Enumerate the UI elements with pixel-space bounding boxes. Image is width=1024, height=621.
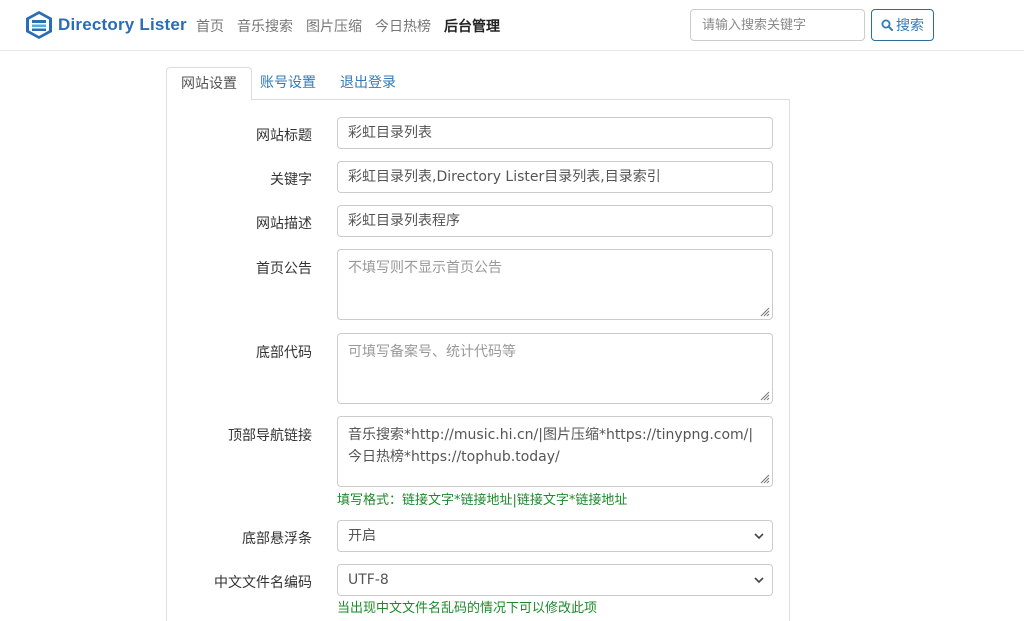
announcement-placeholder: 不填写则不显示首页公告 <box>348 260 502 276</box>
encoding-help: 当出现中文文件名乱码的情况下可以修改此项 <box>337 601 598 616</box>
keywords-label: 关键字 <box>270 172 312 188</box>
search-button-label: 搜索 <box>896 18 924 34</box>
footer-code-label: 底部代码 <box>256 345 312 361</box>
nav-home[interactable]: 首页 <box>196 16 224 36</box>
nav-music-search[interactable]: 音乐搜索 <box>237 16 293 36</box>
brand-name: Directory Lister <box>58 15 187 34</box>
footer-bar-select[interactable]: 开启 <box>337 520 773 552</box>
resize-handle-icon[interactable] <box>759 473 770 484</box>
encoding-label: 中文文件名编码 <box>214 575 312 591</box>
nav-hot-today[interactable]: 今日热榜 <box>375 16 431 36</box>
top-nav-textarea[interactable]: 音乐搜索*http://music.hi.cn/|图片压缩*https://ti… <box>337 416 773 487</box>
top-nav-help: 填写格式：链接文字*链接地址|链接文字*链接地址 <box>337 493 628 508</box>
footer-code-placeholder: 可填写备案号、统计代码等 <box>348 344 516 360</box>
settings-tabs: 网站设置 账号设置 退出登录 <box>166 67 790 101</box>
encoding-select[interactable]: UTF-8 <box>337 564 773 596</box>
tab-account-settings[interactable]: 账号设置 <box>246 67 330 100</box>
top-nav-label: 顶部导航链接 <box>228 428 312 444</box>
search-input[interactable] <box>690 9 865 41</box>
site-title-input[interactable]: 彩虹目录列表 <box>337 117 773 149</box>
site-title-label: 网站标题 <box>256 128 312 144</box>
tab-site-settings[interactable]: 网站设置 <box>166 67 252 101</box>
resize-handle-icon[interactable] <box>759 306 770 317</box>
brand-logo[interactable]: Directory Lister <box>24 10 187 40</box>
search-button[interactable]: 搜索 <box>871 9 934 41</box>
nav-image-compress[interactable]: 图片压缩 <box>306 16 362 36</box>
main-nav: 首页 音乐搜索 图片压缩 今日热榜 后台管理 <box>196 0 513 51</box>
footer-code-textarea[interactable]: 可填写备案号、统计代码等 <box>337 333 773 404</box>
logo-icon <box>26 11 52 39</box>
footer-bar-value: 开启 <box>348 528 376 544</box>
resize-handle-icon[interactable] <box>759 390 770 401</box>
announcement-textarea[interactable]: 不填写则不显示首页公告 <box>337 249 773 320</box>
encoding-value: UTF-8 <box>348 572 389 588</box>
search-icon <box>881 19 893 31</box>
announcement-label: 首页公告 <box>256 261 312 277</box>
footer-bar-label: 底部悬浮条 <box>242 531 312 547</box>
nav-admin[interactable]: 后台管理 <box>444 16 500 36</box>
chevron-down-icon <box>754 577 764 584</box>
chevron-down-icon <box>754 533 764 540</box>
description-label: 网站描述 <box>256 216 312 232</box>
keywords-input[interactable]: 彩虹目录列表,Directory Lister目录列表,目录索引 <box>337 161 773 193</box>
tab-logout[interactable]: 退出登录 <box>326 67 410 100</box>
top-nav-value: 音乐搜索*http://music.hi.cn/|图片压缩*https://ti… <box>348 427 754 465</box>
description-input[interactable]: 彩虹目录列表程序 <box>337 205 773 237</box>
top-navbar: Directory Lister 首页 音乐搜索 图片压缩 今日热榜 后台管理 … <box>0 0 1024 51</box>
